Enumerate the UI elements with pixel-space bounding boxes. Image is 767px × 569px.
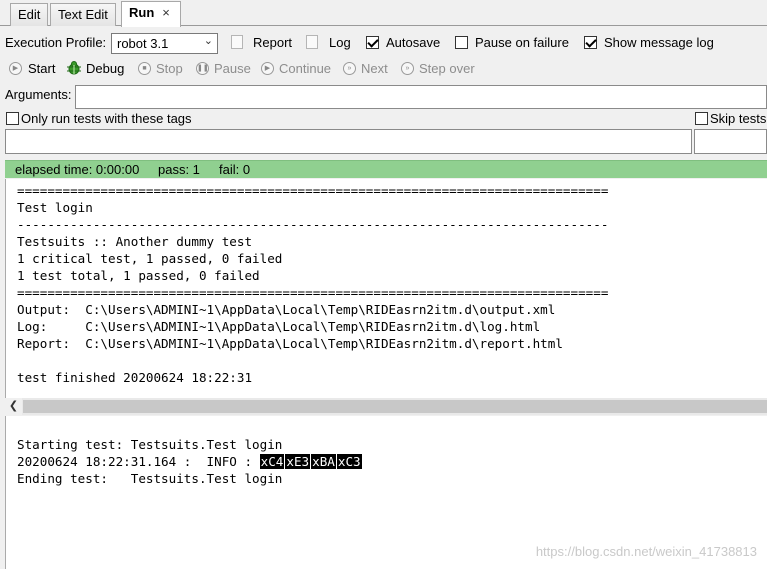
output-horizontal-scrollbar[interactable]: ❮ <box>5 398 767 415</box>
skip-tests-checkbox[interactable] <box>695 112 708 125</box>
start-button[interactable]: Start <box>28 61 55 76</box>
stop-button[interactable]: Stop <box>156 61 183 76</box>
start-icon: ▶ <box>9 62 22 75</box>
execution-profile-label: Execution Profile: <box>5 35 107 50</box>
control-char-badge: xC3 <box>336 454 362 469</box>
output-line: 1 test total, 1 passed, 0 failed <box>17 268 260 283</box>
include-tags-input[interactable] <box>5 129 692 154</box>
close-icon[interactable]: × <box>162 5 170 20</box>
log-icon <box>306 35 318 49</box>
watermark: https://blog.csdn.net/weixin_41738813 <box>535 544 757 559</box>
pause-icon: ❚❚ <box>196 62 209 75</box>
tab-edit[interactable]: Edit <box>10 3 49 26</box>
exclude-tags-input[interactable] <box>694 129 767 154</box>
output-line: Test login <box>17 200 93 215</box>
show-message-log-checkbox[interactable] <box>584 36 597 49</box>
only-run-tags-checkbox[interactable] <box>6 112 19 125</box>
output-line: Testsuits :: Another dummy test <box>17 234 253 249</box>
output-line: ========================================… <box>17 183 609 198</box>
output-line: Log: C:\Users\ADMINI~1\AppData\Local\Tem… <box>17 319 541 334</box>
autosave-checkbox[interactable] <box>366 36 379 49</box>
control-char-badge: xBA <box>311 454 336 469</box>
fail-count: fail: 0 <box>219 162 251 177</box>
step-over-button[interactable]: Step over <box>419 61 475 76</box>
execution-profile-value: robot 3.1 <box>117 36 169 51</box>
skip-tests-label: Skip tests <box>710 111 767 126</box>
report-button[interactable]: Report <box>253 35 292 50</box>
next-button[interactable]: Next <box>361 61 388 76</box>
output-line: test finished 20200624 18:22:31 <box>17 370 253 385</box>
tab-edit-label: Edit <box>18 7 41 22</box>
step-over-icon: » <box>401 62 414 75</box>
control-char-badge: xE3 <box>285 454 311 469</box>
ride-run-window: Edit Text Edit Run × Execution Profile: r… <box>0 0 767 569</box>
message-log-line: Starting test: Testsuits.Test login <box>17 437 283 452</box>
message-log-line: Ending test: Testsuits.Test login <box>17 471 283 486</box>
show-message-log-label: Show message log <box>604 35 714 50</box>
log-button[interactable]: Log <box>329 35 351 50</box>
pass-count: pass: 1 <box>158 162 200 177</box>
continue-icon: ▶ <box>261 62 274 75</box>
tab-text-edit[interactable]: Text Edit <box>50 3 116 26</box>
stop-icon: ■ <box>138 62 151 75</box>
tab-run-label: Run <box>129 5 155 20</box>
only-run-tags-label: Only run tests with these tags <box>21 111 192 126</box>
output-line: Output: C:\Users\ADMINI~1\AppData\Local\… <box>17 302 556 317</box>
execution-profile-select[interactable]: robot 3.1 ⌄ <box>111 33 218 54</box>
tab-text-edit-label: Text Edit <box>58 7 108 22</box>
output-line: ========================================… <box>17 285 609 300</box>
next-icon: » <box>343 62 356 75</box>
message-log-line: 20200624 18:22:31.164 : INFO : xC4 xE3 xBA… <box>17 453 363 470</box>
control-char-badge: xC4 <box>259 454 285 469</box>
run-status-bar: elapsed time: 0:00:00 pass: 1 fail: 0 <box>5 160 767 178</box>
message-log-prefix: 20200624 18:22:31.164 : INFO : <box>17 454 260 469</box>
scrollbar-thumb[interactable] <box>23 400 767 413</box>
arguments-label: Arguments: <box>5 87 72 102</box>
pause-on-failure-checkbox[interactable] <box>455 36 468 49</box>
continue-button[interactable]: Continue <box>279 61 331 76</box>
report-icon <box>231 35 243 49</box>
output-line: Report: C:\Users\ADMINI~1\AppData\Local\… <box>17 336 563 351</box>
tab-bar: Edit Text Edit Run × <box>0 0 767 27</box>
pause-button[interactable]: Pause <box>214 61 251 76</box>
debug-button[interactable]: Debug <box>86 61 124 76</box>
elapsed-time: elapsed time: 0:00:00 <box>15 162 140 177</box>
output-console[interactable]: ========================================… <box>5 179 767 398</box>
autosave-label: Autosave <box>386 35 441 50</box>
arguments-input[interactable] <box>75 85 767 109</box>
tab-run[interactable]: Run × <box>121 1 181 27</box>
output-line: ----------------------------------------… <box>17 217 609 232</box>
pause-on-failure-label: Pause on failure <box>475 35 569 50</box>
debug-bug-icon <box>67 61 81 75</box>
output-line: 1 critical test, 1 passed, 0 failed <box>17 251 283 266</box>
chevron-left-icon[interactable]: ❮ <box>5 398 22 415</box>
chevron-down-icon[interactable]: ⌄ <box>204 34 213 47</box>
